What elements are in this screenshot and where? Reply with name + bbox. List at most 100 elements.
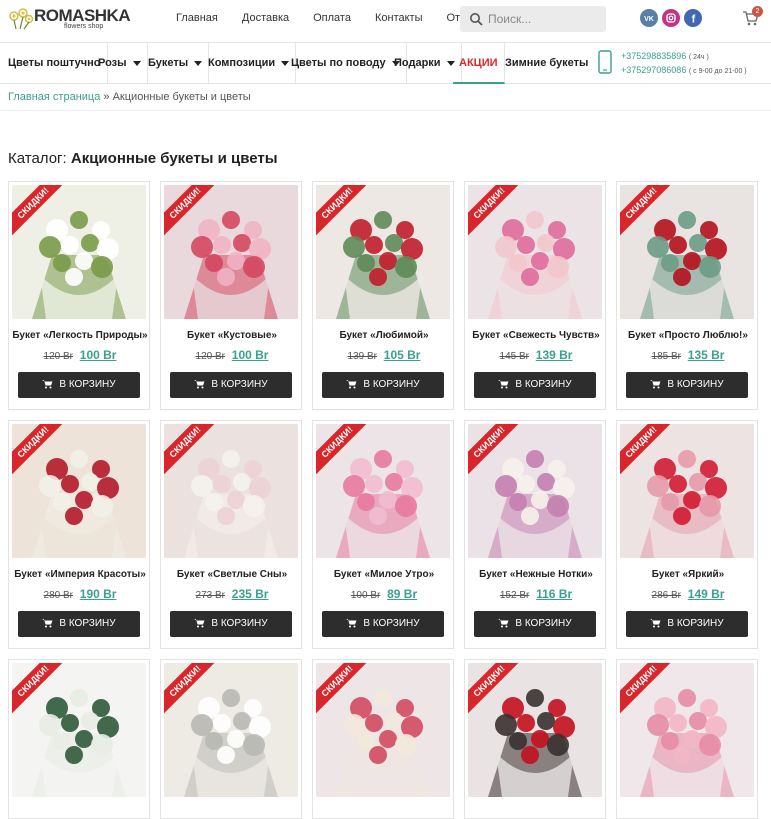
cat-label: Подарки — [394, 57, 441, 69]
product-image[interactable]: СКИДКИ! — [164, 185, 298, 319]
new-price[interactable]: 190 Br — [80, 587, 117, 601]
product-card[interactable]: СКИДКИ! Букет «Любимой» 139 Br 105 Br В … — [312, 181, 454, 410]
product-image[interactable]: СКИДКИ! — [316, 185, 450, 319]
add-to-cart-button[interactable]: В КОРЗИНУ — [18, 611, 140, 637]
nav-link-home[interactable]: Главная — [164, 12, 230, 24]
nav-link-payment[interactable]: Оплата — [301, 12, 363, 24]
phone-line[interactable]: +375298835896 ( 24ч ) — [621, 50, 747, 64]
cart-icon — [346, 619, 357, 628]
new-price[interactable]: 100 Br — [80, 348, 117, 362]
add-to-cart-button[interactable]: В КОРЗИНУ — [170, 611, 292, 637]
cart-icon — [498, 380, 509, 389]
old-price: 273 Br — [195, 590, 225, 601]
facebook-icon[interactable]: f — [684, 9, 702, 27]
add-to-cart-button[interactable]: В КОРЗИНУ — [322, 372, 444, 398]
product-name[interactable]: Букет «Легкость Природы» — [9, 330, 151, 341]
product-card[interactable]: СКИДКИ! Букет «Просто Люблю!» 185 Br 135… — [616, 181, 758, 410]
product-image[interactable]: СКИДКИ! — [620, 424, 754, 558]
search-input[interactable] — [486, 6, 602, 32]
product-image[interactable]: СКИДКИ! — [164, 663, 298, 797]
product-name[interactable]: Букет «Милое Утро» — [313, 569, 455, 580]
product-card[interactable]: СКИДКИ! Букет «Легкость Природы» 120 Br … — [8, 181, 150, 410]
cat-winter-bouquets[interactable]: Зимние букеты — [499, 43, 594, 84]
cart-icon — [42, 380, 53, 389]
cat-sales[interactable]: АКЦИИ — [453, 43, 505, 84]
product-name[interactable]: Букет «Любимой» — [313, 330, 455, 341]
product-image[interactable]: СКИДКИ! — [164, 424, 298, 558]
instagram-icon[interactable] — [662, 9, 680, 27]
nav-link-contacts[interactable]: Контакты — [363, 12, 435, 24]
product-image[interactable]: СКИДКИ! — [620, 663, 754, 797]
product-image[interactable]: СКИДКИ! — [316, 663, 450, 797]
add-to-cart-button[interactable]: В КОРЗИНУ — [626, 372, 748, 398]
logo[interactable]: ROMASHKA flowers shop — [8, 6, 131, 32]
product-card[interactable]: СКИДКИ! Букет «Яркий» 286 Br 149 Br В КО… — [616, 420, 758, 649]
cat-roses[interactable]: Розы — [92, 43, 148, 84]
product-price: 280 Br 190 Br — [9, 587, 151, 601]
cart-count-badge: 2 — [752, 6, 763, 17]
product-image[interactable]: СКИДКИ! — [468, 663, 602, 797]
add-to-cart-button[interactable]: В КОРЗИНУ — [474, 372, 596, 398]
product-image[interactable]: СКИДКИ! — [12, 185, 146, 319]
cat-compositions[interactable]: Композиции — [202, 43, 297, 84]
product-name[interactable]: Букет «Яркий» — [617, 569, 759, 580]
top-header: ROMASHKA flowers shop Главная Доставка О… — [0, 0, 771, 40]
new-price[interactable]: 149 Br — [688, 587, 725, 601]
new-price[interactable]: 235 Br — [232, 587, 269, 601]
breadcrumb-home[interactable]: Главная страница — [8, 91, 100, 103]
product-name[interactable]: Букет «Свежесть Чувств» — [465, 330, 607, 341]
product-price: 152 Br 116 Br — [465, 587, 607, 601]
product-image[interactable]: СКИДКИ! — [620, 185, 754, 319]
product-price: 145 Br 139 Br — [465, 348, 607, 362]
cat-gifts[interactable]: Подарки — [388, 43, 462, 84]
product-name[interactable]: Букет «Империя Красоты» — [9, 569, 151, 580]
add-to-cart-label: В КОРЗИНУ — [211, 379, 268, 390]
product-image[interactable]: СКИДКИ! — [12, 424, 146, 558]
add-to-cart-label: В КОРЗИНУ — [363, 618, 420, 629]
add-to-cart-button[interactable]: В КОРЗИНУ — [170, 372, 292, 398]
new-price[interactable]: 139 Br — [536, 348, 573, 362]
new-price[interactable]: 135 Br — [688, 348, 725, 362]
add-to-cart-button[interactable]: В КОРЗИНУ — [18, 372, 140, 398]
product-image[interactable]: СКИДКИ! — [468, 185, 602, 319]
add-to-cart-button[interactable]: В КОРЗИНУ — [322, 611, 444, 637]
product-card[interactable]: СКИДКИ! — [160, 659, 302, 819]
product-name[interactable]: Букет «Светлые Сны» — [161, 569, 303, 580]
add-to-cart-button[interactable]: В КОРЗИНУ — [474, 611, 596, 637]
product-card[interactable]: СКИДКИ! Букет «Светлые Сны» 273 Br 235 B… — [160, 420, 302, 649]
product-name[interactable]: Букет «Кустовые» — [161, 330, 303, 341]
product-card[interactable]: СКИДКИ! — [8, 659, 150, 819]
product-image[interactable]: СКИДКИ! — [468, 424, 602, 558]
nav-link-delivery[interactable]: Доставка — [230, 12, 301, 24]
phone-number[interactable]: +375298835896 — [621, 51, 686, 61]
page-title: Каталог: Акционные букеты и цветы — [8, 150, 278, 167]
product-card[interactable]: СКИДКИ! Букет «Империя Красоты» 280 Br 1… — [8, 420, 150, 649]
phone-number[interactable]: +375297086086 — [621, 65, 686, 75]
product-image[interactable]: СКИДКИ! — [12, 663, 146, 797]
product-card[interactable]: СКИДКИ! — [616, 659, 758, 819]
top-navigation: Главная Доставка Оплата Контакты Отзывы — [164, 12, 499, 24]
old-price: 286 Br — [651, 590, 681, 601]
cat-bouquets[interactable]: Букеты — [142, 43, 210, 84]
breadcrumb-separator: » — [103, 91, 110, 103]
search-icon[interactable] — [469, 12, 483, 26]
new-price[interactable]: 105 Br — [384, 348, 421, 362]
product-image[interactable]: СКИДКИ! — [316, 424, 450, 558]
product-card[interactable]: СКИДКИ! Букет «Свежесть Чувств» 145 Br 1… — [464, 181, 606, 410]
add-to-cart-button[interactable]: В КОРЗИНУ — [626, 611, 748, 637]
new-price[interactable]: 116 Br — [536, 587, 572, 601]
phone-line[interactable]: +375297086086 ( с 9-00 до 21-00 ) — [621, 64, 747, 78]
product-card[interactable]: СКИДКИ! — [312, 659, 454, 819]
new-price[interactable]: 100 Br — [232, 348, 269, 362]
product-card[interactable]: СКИДКИ! — [464, 659, 606, 819]
product-name[interactable]: Букет «Нежные Нотки» — [465, 569, 607, 580]
cart-button[interactable]: 2 — [742, 6, 763, 29]
new-price[interactable]: 89 Br — [387, 587, 417, 601]
cart-icon — [194, 619, 205, 628]
product-card[interactable]: СКИДКИ! Букет «Кустовые» 120 Br 100 Br В… — [160, 181, 302, 410]
vk-icon[interactable]: VK — [640, 9, 658, 27]
product-card[interactable]: СКИДКИ! Букет «Милое Утро» 100 Br 89 Br … — [312, 420, 454, 649]
product-name[interactable]: Букет «Просто Люблю!» — [617, 330, 759, 341]
cat-label: АКЦИИ — [459, 57, 498, 69]
product-card[interactable]: СКИДКИ! Букет «Нежные Нотки» 152 Br 116 … — [464, 420, 606, 649]
